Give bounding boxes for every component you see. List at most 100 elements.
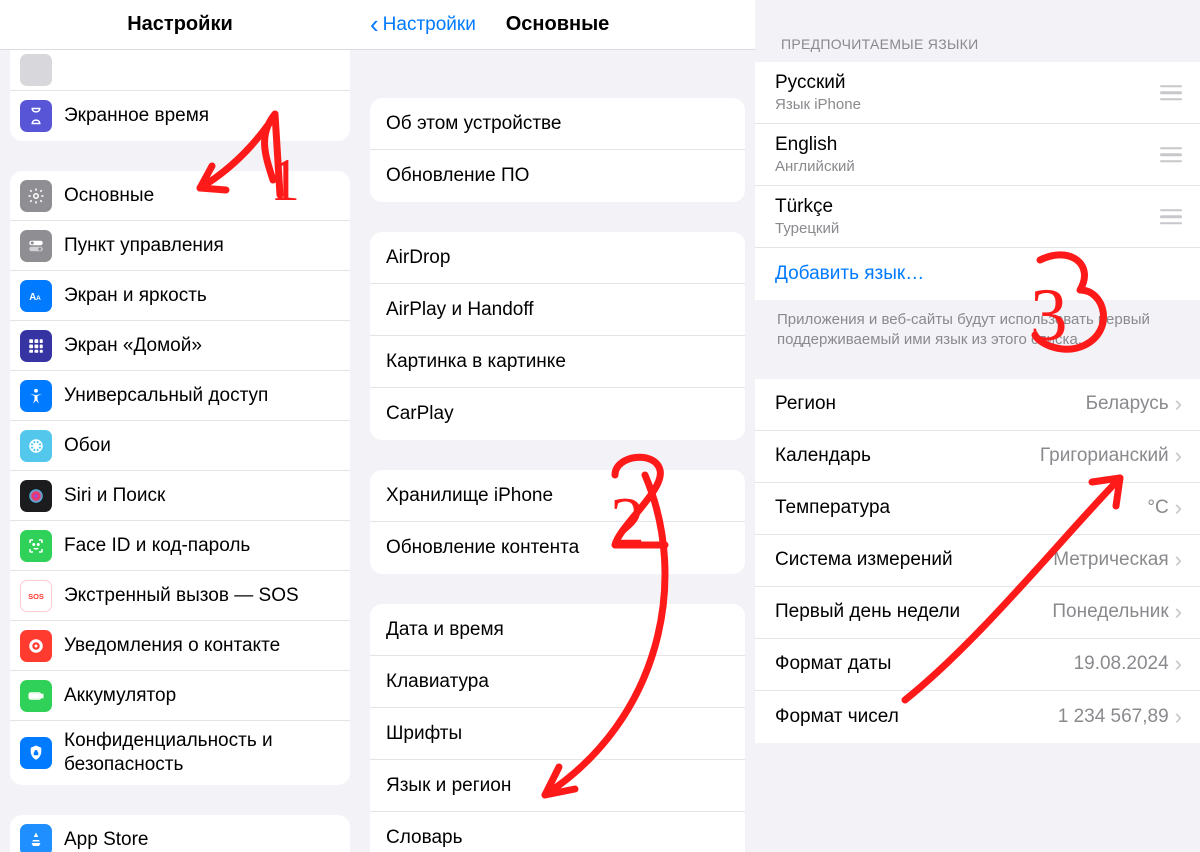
languages-footer-note: Приложения и веб-сайты будут использоват…: [755, 300, 1200, 351]
region-row[interactable]: Система измеренийМетрическая›: [755, 535, 1200, 587]
settings-row-siri[interactable]: Siri и Поиск: [10, 471, 350, 521]
text-size-icon: AA: [20, 280, 52, 312]
svg-text:A: A: [36, 294, 41, 301]
general-row[interactable]: AirPlay и Handoff: [370, 284, 745, 336]
region-row-value: °C: [1147, 497, 1168, 519]
general-row-label: AirPlay и Handoff: [386, 299, 534, 321]
region-row-label: Температура: [775, 497, 1147, 519]
region-row[interactable]: РегионБеларусь›: [755, 379, 1200, 431]
general-row[interactable]: Хранилище iPhone: [370, 470, 745, 522]
settings-row-label: Уведомления о контакте: [64, 634, 336, 658]
general-header: ‹ Настройки Основные: [360, 0, 755, 50]
screentime-row[interactable]: Экранное время: [10, 91, 350, 141]
language-row[interactable]: РусскийЯзык iPhone: [755, 62, 1200, 124]
settings-row-label: Обои: [64, 434, 336, 458]
general-row-label: Обновление ПО: [386, 165, 529, 187]
accessibility-icon: [20, 380, 52, 412]
chevron-right-icon: ›: [1175, 391, 1182, 417]
settings-row-sos[interactable]: SOS Экстренный вызов — SOS: [10, 571, 350, 621]
region-row-value: Григорианский: [1040, 445, 1169, 467]
chevron-left-icon: ‹: [370, 9, 379, 40]
chevron-right-icon: ›: [1175, 704, 1182, 730]
general-row[interactable]: Об этом устройстве: [370, 98, 745, 150]
settings-row-accessibility[interactable]: Универсальный доступ: [10, 371, 350, 421]
language-region-pane: Предпочитаемые языки РусскийЯзык iPhoneE…: [755, 0, 1200, 852]
settings-row-switches[interactable]: Пункт управления: [10, 221, 350, 271]
general-row-label: Об этом устройстве: [386, 113, 562, 135]
general-row[interactable]: Обновление ПО: [370, 150, 745, 202]
settings-row-label: Основные: [64, 184, 336, 208]
contact-notif-icon: [20, 630, 52, 662]
language-name: Türkçe: [775, 196, 833, 218]
general-group-storage: Хранилище iPhone Обновление контента: [370, 470, 745, 574]
settings-row-label: Конфиденциальность и безопасность: [64, 729, 336, 777]
general-row[interactable]: AirDrop: [370, 232, 745, 284]
settings-row-privacy[interactable]: Конфиденциальность и безопасность: [10, 721, 350, 785]
general-row[interactable]: CarPlay: [370, 388, 745, 440]
region-row[interactable]: Температура°C ›: [755, 483, 1200, 535]
general-group-airdrop: AirDrop AirPlay и Handoff Картинка в карти…: [370, 232, 745, 440]
general-row-label: Словарь: [386, 827, 463, 849]
region-row[interactable]: Первый день неделиПонедельник›: [755, 587, 1200, 639]
settings-row-wallpaper[interactable]: Обои: [10, 421, 350, 471]
general-row-label: Шрифты: [386, 723, 462, 745]
settings-row-label: Face ID и код-пароль: [64, 534, 336, 558]
settings-group-main: Основные Пункт управления AAЭкран и яркост…: [10, 171, 350, 785]
general-row-label: Обновление контента: [386, 537, 579, 559]
settings-row-label: Экстренный вызов — SOS: [64, 584, 336, 608]
settings-row-battery[interactable]: Аккумулятор: [10, 671, 350, 721]
general-row[interactable]: Шрифты: [370, 708, 745, 760]
back-button[interactable]: ‹ Настройки: [370, 9, 476, 40]
region-row[interactable]: КалендарьГригорианский›: [755, 431, 1200, 483]
svg-text:SOS: SOS: [28, 592, 44, 601]
gear-icon: [20, 180, 52, 212]
add-language-row[interactable]: Добавить язык…: [755, 248, 1200, 300]
language-row[interactable]: TürkçeТурецкий: [755, 186, 1200, 248]
hourglass-icon: [20, 100, 52, 132]
settings-row-label: Универсальный доступ: [64, 384, 336, 408]
language-row[interactable]: EnglishАнглийский: [755, 124, 1200, 186]
region-row-value: Понедельник: [1052, 601, 1168, 623]
placeholder-icon: [20, 54, 52, 86]
region-row-label: Система измерений: [775, 549, 1053, 571]
region-row-label: Календарь: [775, 445, 1040, 467]
region-row-label: Формат чисел: [775, 706, 1058, 728]
general-row[interactable]: Словарь: [370, 812, 745, 852]
general-row[interactable]: Обновление контента: [370, 522, 745, 574]
language-name: Русский: [775, 72, 846, 94]
appstore-label: App Store: [64, 828, 336, 852]
general-row[interactable]: Клавиатура: [370, 656, 745, 708]
back-label: Настройки: [383, 14, 476, 36]
region-row-label: Регион: [775, 393, 1086, 415]
general-row-label: AirDrop: [386, 247, 450, 269]
chevron-right-icon: ›: [1175, 495, 1182, 521]
settings-title: Настройки: [127, 13, 233, 36]
general-row[interactable]: Картинка в картинке: [370, 336, 745, 388]
switches-icon: [20, 230, 52, 262]
faceid-icon: [20, 530, 52, 562]
add-language-label: Добавить язык…: [775, 263, 924, 285]
settings-row-text-size[interactable]: AAЭкран и яркость: [10, 271, 350, 321]
settings-row-label: Пункт управления: [64, 234, 336, 258]
general-row[interactable]: Дата и время: [370, 604, 745, 656]
settings-row-faceid[interactable]: Face ID и код-пароль: [10, 521, 350, 571]
region-row-label: Первый день недели: [775, 601, 1052, 623]
settings-row-contact-notif[interactable]: Уведомления о контакте: [10, 621, 350, 671]
region-row[interactable]: Формат чисел1 234 567,89›: [755, 691, 1200, 743]
general-body: Об этом устройствеОбновление ПО AirDropA…: [360, 50, 755, 852]
reorder-handle-icon[interactable]: [1160, 85, 1182, 101]
reorder-handle-icon[interactable]: [1160, 209, 1182, 225]
appstore-icon: [20, 824, 52, 852]
reorder-handle-icon[interactable]: [1160, 147, 1182, 163]
settings-row-label: Экран «Домой»: [64, 334, 336, 358]
appstore-row[interactable]: App Store: [10, 815, 350, 852]
svg-text:A: A: [29, 291, 36, 302]
general-row-label: Язык и регион: [386, 775, 511, 797]
settings-row-grid[interactable]: Экран «Домой»: [10, 321, 350, 371]
row-blank-prev[interactable]: [10, 50, 350, 91]
settings-row-gear[interactable]: Основные: [10, 171, 350, 221]
siri-icon: [20, 480, 52, 512]
region-row[interactable]: Формат даты19.08.2024›: [755, 639, 1200, 691]
region-settings-group: РегионБеларусь›КалендарьГригорианский›Те…: [755, 379, 1200, 743]
general-row[interactable]: Язык и регион: [370, 760, 745, 812]
